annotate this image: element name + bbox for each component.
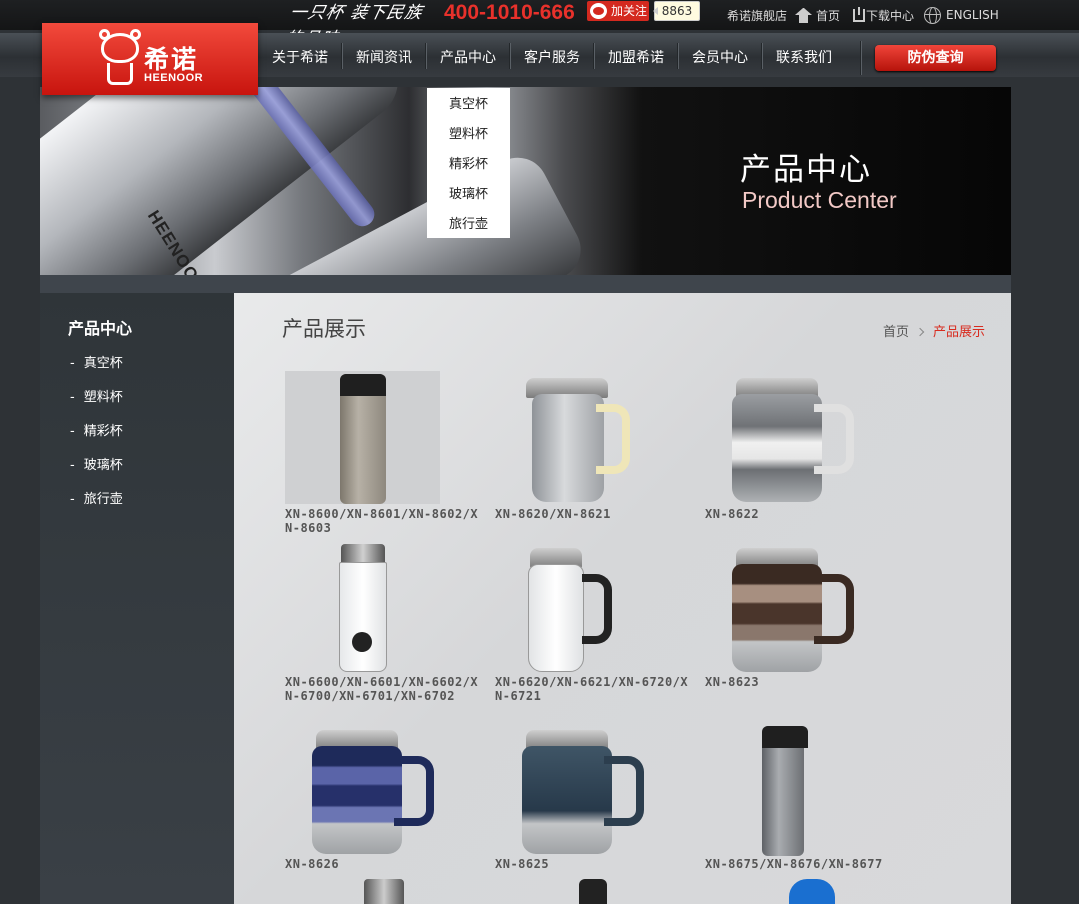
home-link-label: 首页 (816, 8, 841, 23)
nav-divider (860, 41, 861, 75)
top-links: 希诺旗舰店 首页 下载中心 ENGLISH (727, 0, 999, 30)
english-link-label: ENGLISH (946, 8, 999, 22)
dropdown-item-color-cup[interactable]: 精彩杯 (427, 150, 510, 180)
nav-item-franchise[interactable]: 加盟希诺 (594, 33, 678, 77)
weibo-icon (590, 3, 607, 19)
product-label[interactable]: XN-8622 (705, 507, 900, 521)
dropdown-item-plastic-cup[interactable]: 塑料杯 (427, 120, 510, 150)
anti-counterfeit-button[interactable]: 防伪查询 (875, 45, 996, 71)
download-link-label: 下载中心 (866, 8, 915, 23)
mug-image (508, 374, 638, 504)
product-image[interactable] (705, 541, 860, 674)
brand-logo[interactable]: 希诺 HEENOOR (42, 23, 258, 95)
slogan-calligraphy: 一只杯 装下民族的品味 (282, 3, 425, 49)
english-link[interactable]: ENGLISH (914, 6, 999, 24)
product-list-panel: 产品展示 首页 产品展示 XN-8600/XN-8601/XN-8602/XN-8… (234, 293, 1011, 904)
banner-title-en: Product Center (742, 187, 897, 213)
product-image[interactable] (285, 541, 440, 674)
mug-image (718, 544, 854, 674)
nav-item-member[interactable]: 会员中心 (678, 33, 762, 77)
product-image[interactable] (705, 723, 860, 856)
weibo-follower-count: 8863 (653, 1, 700, 21)
download-center-link[interactable]: 下载中心 (840, 6, 915, 24)
sidebar-item-glass-cup[interactable]: 玻璃杯 (70, 455, 123, 489)
download-icon (853, 6, 866, 22)
nav-item-products[interactable]: 产品中心 (426, 33, 510, 77)
product-image[interactable] (495, 371, 650, 504)
chevron-right-icon (915, 327, 925, 337)
product-image-partial[interactable] (789, 879, 835, 904)
product-center-banner: HEENOOR 产品中心 Product Center (40, 87, 1011, 275)
product-label[interactable]: XN-8620/XN-8621 (495, 507, 690, 521)
product-label[interactable]: XN-8626 (285, 857, 480, 871)
home-link[interactable]: 首页 (787, 7, 840, 24)
tumbler-image (339, 374, 386, 504)
nav-item-about[interactable]: 关于希诺 (258, 33, 342, 77)
main-nav: 关于希诺 新闻资讯 产品中心 客户服务 加盟希诺 会员中心 联系我们 (258, 33, 846, 77)
banner-title-cn: 产品中心 (740, 152, 872, 188)
tumbler-image (761, 726, 808, 856)
product-label[interactable]: XN-8625 (495, 857, 690, 871)
banner-bottom-strip (40, 275, 1011, 293)
sidebar-item-color-cup[interactable]: 精彩杯 (70, 421, 123, 455)
product-label[interactable]: XN-8600/XN-8601/XN-8602/XN-8603 (285, 507, 480, 535)
breadcrumb-home-link[interactable]: 首页 (883, 325, 909, 340)
dropdown-item-glass-cup[interactable]: 玻璃杯 (427, 180, 510, 210)
mug-image (508, 726, 644, 856)
nav-item-contact[interactable]: 联系我们 (762, 33, 846, 77)
product-image[interactable] (495, 541, 650, 674)
mug-image (298, 726, 434, 856)
dropdown-item-vacuum-cup[interactable]: 真空杯 (427, 90, 510, 120)
logo-text-en: HEENOOR (144, 72, 204, 84)
sidebar-category-list: 真空杯 塑料杯 精彩杯 玻璃杯 旅行壶 (70, 353, 123, 523)
product-label[interactable]: XN-8623 (705, 675, 900, 689)
weibo-follow-button[interactable]: 加关注 (587, 1, 649, 21)
product-image[interactable] (285, 371, 440, 504)
breadcrumb: 首页 产品展示 (883, 321, 985, 340)
breadcrumb-current: 产品展示 (932, 325, 985, 340)
sidebar-title: 产品中心 (68, 319, 133, 338)
product-image[interactable] (285, 723, 440, 856)
weibo-follow-label: 加关注 (611, 4, 648, 18)
nav-item-news[interactable]: 新闻资讯 (342, 33, 426, 77)
hotline-number: 400-1010-666 (444, 1, 575, 24)
product-image[interactable] (705, 371, 860, 504)
product-label[interactable]: XN-6600/XN-6601/XN-6602/XN-6700/XN-6701/… (285, 675, 480, 703)
logo-text-cn: 希诺 (144, 45, 199, 74)
product-image-partial[interactable] (579, 879, 607, 904)
glass-mug-image (508, 544, 638, 674)
product-label[interactable]: XN-6620/XN-6621/XN-6720/XN-6721 (495, 675, 690, 703)
home-icon (795, 7, 813, 23)
product-image-partial[interactable] (364, 879, 404, 904)
products-dropdown-menu: 真空杯 塑料杯 精彩杯 玻璃杯 旅行壶 (427, 88, 510, 238)
glass-cup-image (337, 544, 389, 674)
page-title: 产品展示 (282, 317, 366, 341)
mug-image (718, 374, 854, 504)
dropdown-item-travel-pot[interactable]: 旅行壶 (427, 210, 510, 240)
globe-icon (924, 6, 942, 24)
product-image[interactable] (495, 723, 650, 856)
category-sidebar: 产品中心 真空杯 塑料杯 精彩杯 玻璃杯 旅行壶 (40, 293, 234, 904)
nav-item-service[interactable]: 客户服务 (510, 33, 594, 77)
bear-logo-icon (99, 29, 141, 87)
sidebar-item-plastic-cup[interactable]: 塑料杯 (70, 387, 123, 421)
flagship-store-link[interactable]: 希诺旗舰店 (727, 7, 787, 24)
sidebar-item-travel-pot[interactable]: 旅行壶 (70, 489, 123, 523)
product-label[interactable]: XN-8675/XN-8676/XN-8677 (705, 857, 900, 871)
sidebar-item-vacuum-cup[interactable]: 真空杯 (70, 353, 123, 387)
